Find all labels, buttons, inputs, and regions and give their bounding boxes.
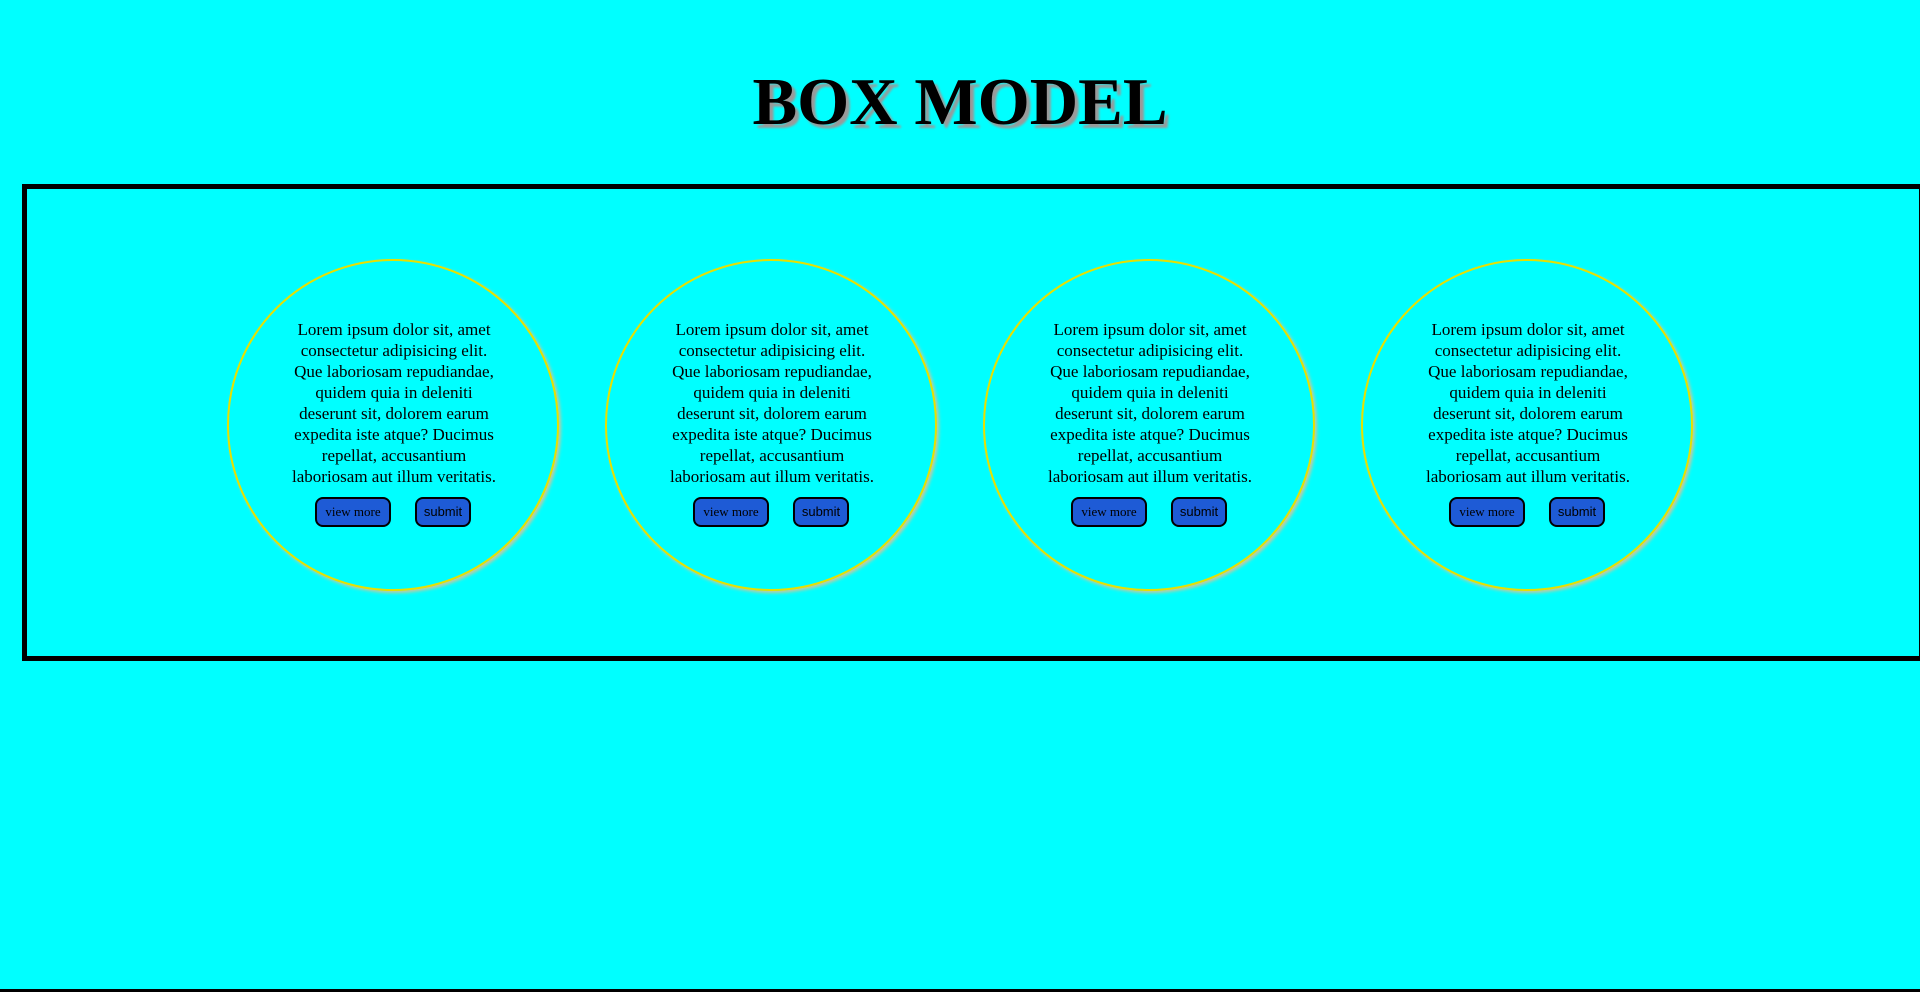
card-text: Lorem ipsum dolor sit, amet consectetur … [1048,320,1252,486]
card-actions: view more submit [1363,497,1691,527]
circle-card: Lorem ipsum dolor sit, amet consectetur … [983,259,1315,591]
card-text: Lorem ipsum dolor sit, amet consectetur … [670,320,874,486]
box-container: Lorem ipsum dolor sit, amet consectetur … [22,184,1920,661]
view-more-button[interactable]: view more [1071,497,1147,527]
view-more-button[interactable]: view more [315,497,391,527]
submit-button[interactable]: submit [1549,497,1605,527]
card-actions: view more submit [985,497,1313,527]
card-actions: view more submit [229,497,557,527]
card-text: Lorem ipsum dolor sit, amet consectetur … [292,320,496,486]
submit-button[interactable]: submit [1171,497,1227,527]
circle-card: Lorem ipsum dolor sit, amet consectetur … [227,259,559,591]
page-title: BOX MODEL [752,65,1168,139]
circle-card: Lorem ipsum dolor sit, amet consectetur … [1361,259,1693,591]
view-more-button[interactable]: view more [1449,497,1525,527]
card-text: Lorem ipsum dolor sit, amet consectetur … [1426,320,1630,486]
circle-card: Lorem ipsum dolor sit, amet consectetur … [605,259,937,591]
card-actions: view more submit [607,497,935,527]
view-more-button[interactable]: view more [693,497,769,527]
submit-button[interactable]: submit [793,497,849,527]
submit-button[interactable]: submit [415,497,471,527]
